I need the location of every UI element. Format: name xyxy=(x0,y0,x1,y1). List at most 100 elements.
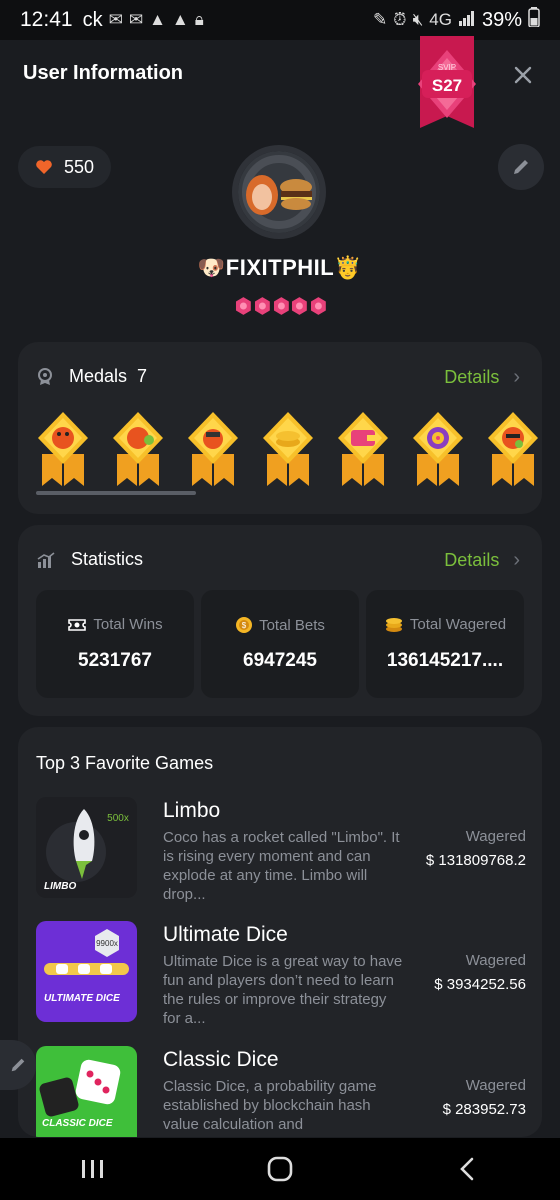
battery-level: 39% xyxy=(481,8,522,31)
warning-icon: ▲ xyxy=(149,10,166,29)
username-row: 🐶FIXITPHIL🤴 xyxy=(0,255,560,281)
medals-details-link[interactable]: Details › xyxy=(444,366,520,389)
medals-details-label: Details xyxy=(444,367,500,387)
game-item-classic-dice[interactable]: CLASSIC DICE Classic Dice Classic Dice, … xyxy=(36,1046,526,1137)
vip-star-icon xyxy=(292,297,308,315)
game-name: Limbo xyxy=(163,799,221,822)
medals-list[interactable] xyxy=(34,408,544,488)
medal-coins[interactable] xyxy=(259,408,317,486)
recent-apps-icon xyxy=(82,1160,104,1178)
statistics-details-link[interactable]: Details › xyxy=(444,549,520,572)
crown-emoji-icon: 🤴 xyxy=(334,255,363,280)
stat-label: Total Bets xyxy=(259,616,325,634)
home-icon xyxy=(267,1156,293,1182)
medal-crab-3[interactable] xyxy=(184,408,242,486)
stat-value: 5231767 xyxy=(78,650,152,671)
statistics-card: Statistics Details › Total Wins 5231767 … xyxy=(18,525,542,716)
status-carrier: ck xyxy=(82,8,103,31)
stat-value: 6947245 xyxy=(243,650,317,671)
medals-card: Medals 7 Details › xyxy=(18,342,542,514)
chevron-right-icon: › xyxy=(513,366,520,388)
medals-label: Medals xyxy=(69,366,128,386)
svg-text:CLASSIC DICE: CLASSIC DICE xyxy=(42,1118,113,1129)
gmail-icon: ✉ xyxy=(108,10,123,29)
likes-counter[interactable]: 550 xyxy=(18,146,111,188)
stat-total-wagered: Total Wagered 136145217.... xyxy=(366,590,524,698)
game-thumbnail-ultimate-dice[interactable]: 9900x ULTIMATE DICE xyxy=(36,921,137,1022)
medals-scrollbar[interactable] xyxy=(36,491,196,495)
statistics-header: Statistics xyxy=(37,549,143,570)
medal-character[interactable] xyxy=(484,408,542,486)
statistics-label: Statistics xyxy=(71,549,144,569)
edit-profile-button[interactable] xyxy=(498,144,544,190)
svg-text:ULTIMATE DICE: ULTIMATE DICE xyxy=(44,993,120,1004)
game-wagered-label: Wagered xyxy=(465,828,526,845)
game-description: Classic Dice, a probability game establi… xyxy=(163,1078,377,1133)
lock-icon: 🔒︎ xyxy=(194,10,204,29)
status-bar: 12:41 ck ✉ ✉ ▲ ▲ 🔒︎ ✎ ⏰︎ 🔇︎ 4G 39% xyxy=(0,0,560,40)
system-nav-bar xyxy=(0,1138,560,1200)
signal-icon xyxy=(458,9,476,32)
mute-icon: 🔇︎ xyxy=(412,10,424,29)
svg-text:9900x: 9900x xyxy=(96,939,118,948)
medals-count: 7 xyxy=(137,366,148,386)
medal-wheel[interactable] xyxy=(409,408,467,486)
close-button[interactable] xyxy=(508,60,538,90)
stat-total-wins: Total Wins 5231767 xyxy=(36,590,194,698)
medal-icon xyxy=(38,367,52,385)
page-title: User Information xyxy=(23,62,184,84)
alarm-icon: ⏰︎ xyxy=(393,10,407,29)
medal-crab-1[interactable] xyxy=(34,408,92,486)
svg-text:LIMBO: LIMBO xyxy=(44,881,76,892)
back-button[interactable] xyxy=(437,1149,497,1189)
dog-emoji-icon: 🐶 xyxy=(197,255,226,280)
likes-count: 550 xyxy=(64,156,95,177)
statistics-chart-icon xyxy=(37,551,55,568)
game-name: Ultimate Dice xyxy=(163,923,288,946)
stat-label: Total Wins xyxy=(93,616,163,633)
stat-label: Total Wagered xyxy=(409,616,507,633)
username: FIXITPHIL xyxy=(225,255,335,280)
stat-value: 136145217.... xyxy=(386,650,504,671)
avatar-image xyxy=(238,151,320,233)
vip-star-icon xyxy=(235,297,251,315)
pencil-icon xyxy=(514,160,528,174)
game-description: Coco has a rocket called "Limbo". It is … xyxy=(163,829,400,903)
game-wagered-label: Wagered xyxy=(465,1077,526,1094)
close-icon xyxy=(514,66,532,84)
vip-level: S27 xyxy=(432,76,462,95)
game-wagered-value: $ 283952.73 xyxy=(442,1101,526,1118)
favorite-games-title: Top 3 Favorite Games xyxy=(36,753,214,773)
status-time: 12:41 xyxy=(20,8,73,31)
network-type: 4G xyxy=(429,10,452,29)
game-thumbnail-classic-dice[interactable]: CLASSIC DICE xyxy=(36,1046,137,1137)
pencil-icon xyxy=(11,1058,25,1072)
game-wagered-value: $ 131809768.2 xyxy=(425,852,526,869)
vip-star-icon xyxy=(311,297,326,315)
battery-icon xyxy=(528,7,540,33)
heart-icon xyxy=(36,160,52,174)
home-button[interactable] xyxy=(250,1149,310,1189)
game-thumbnail-limbo[interactable]: 500x LIMBO xyxy=(36,797,137,898)
medal-wallet[interactable] xyxy=(334,408,392,486)
stat-total-bets: $ Total Bets 6947245 xyxy=(201,590,359,698)
medal-crab-2[interactable] xyxy=(109,408,167,486)
game-item-ultimate-dice[interactable]: 9900x ULTIMATE DICE Ultimate Dice Ultima… xyxy=(36,921,526,1027)
game-description: Ultimate Dice is a great way to have fun… xyxy=(163,953,403,1027)
back-chevron-icon xyxy=(459,1157,473,1181)
favorite-games-card: Top 3 Favorite Games 500x LIMBO Limbo Co… xyxy=(18,727,542,1137)
game-item-limbo[interactable]: 500x LIMBO Limbo Coco has a rocket calle… xyxy=(36,797,526,903)
pen-icon: ✎ xyxy=(373,10,388,29)
recent-apps-button[interactable] xyxy=(63,1149,123,1189)
warning-icon-2: ▲ xyxy=(171,10,189,29)
svg-text:$: $ xyxy=(242,621,247,630)
medals-header: Medals 7 xyxy=(37,366,147,387)
avatar[interactable] xyxy=(232,145,326,239)
statistics-details-label: Details xyxy=(444,550,500,570)
game-wagered-value: $ 3934252.56 xyxy=(434,976,526,993)
wins-ticket-icon xyxy=(68,618,87,631)
bets-coin-icon: $ xyxy=(236,617,253,633)
vip-badge[interactable]: SVIP S27 xyxy=(408,36,486,132)
wagered-stack-icon xyxy=(385,617,402,632)
vip-small-label: SVIP xyxy=(438,63,456,72)
